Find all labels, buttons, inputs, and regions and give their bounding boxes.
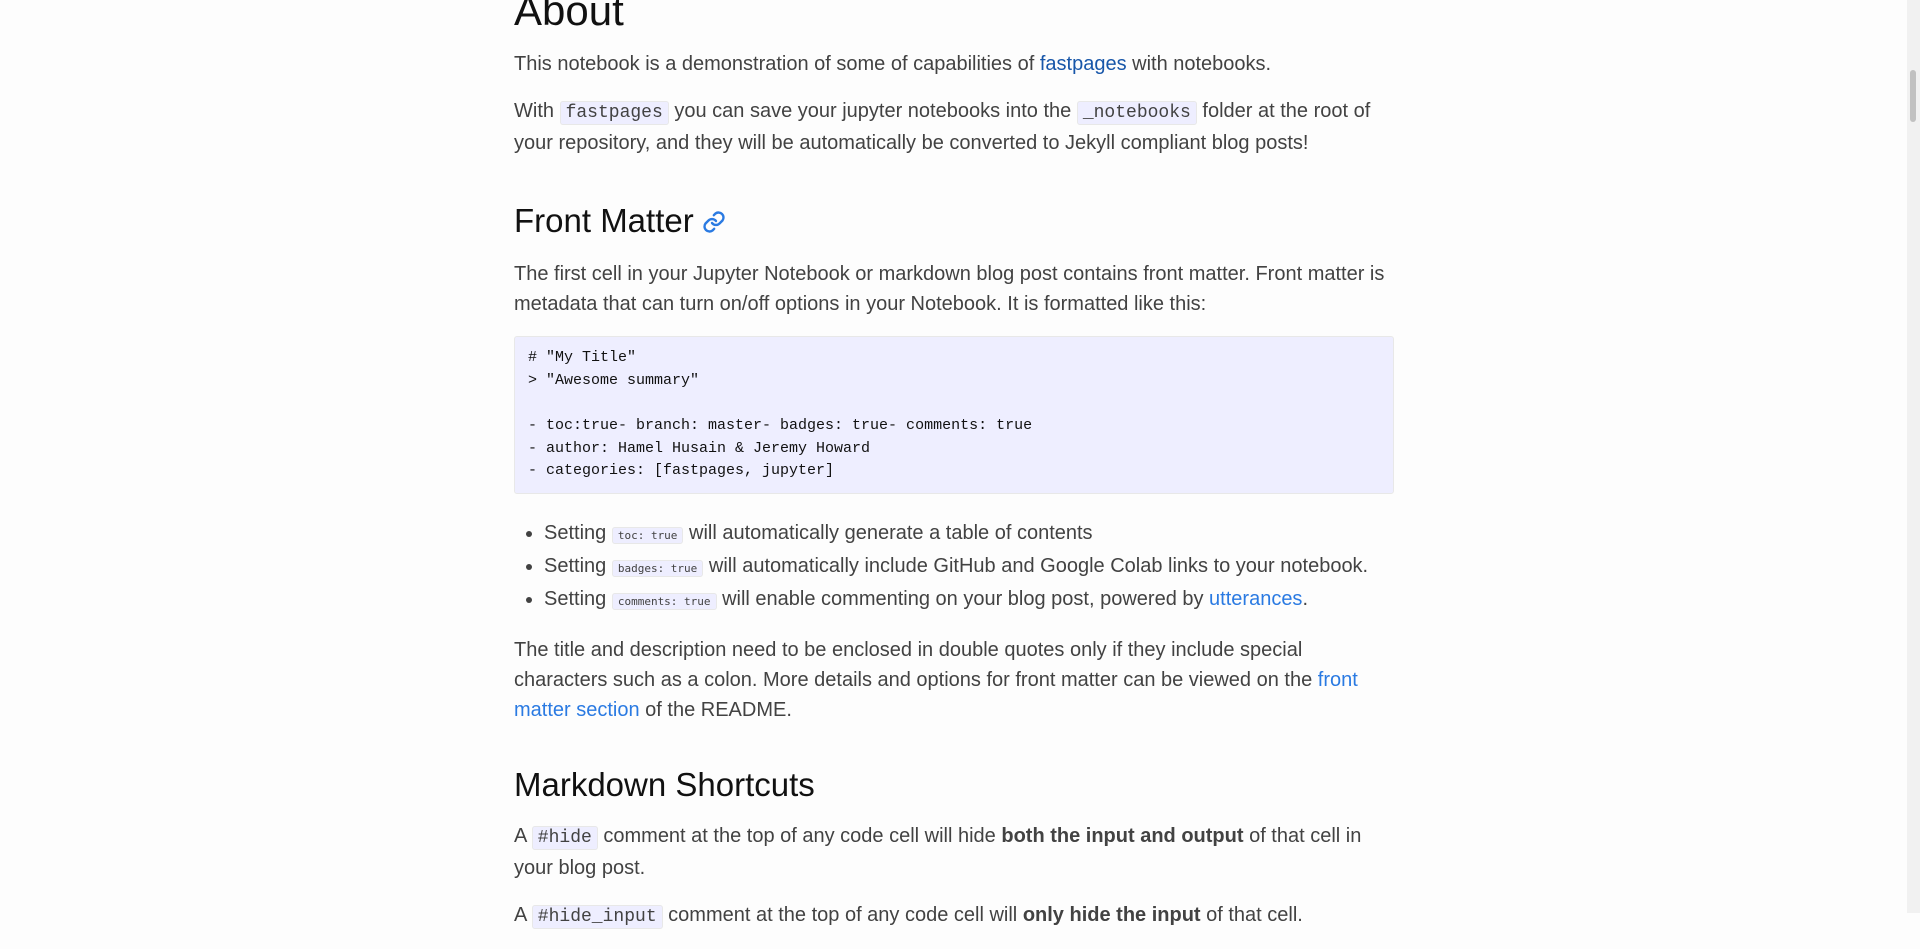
code-line: - categories: [fastpages, jupyter]: [528, 462, 835, 480]
toc-code: toc: true: [611, 526, 684, 544]
about-intro: This notebook is a demonstration of some…: [514, 53, 1272, 75]
utterances-link[interactable]: utterances: [1209, 588, 1302, 610]
list-item: Setting badges: true will automatically …: [544, 551, 1394, 584]
hide-input-code: #hide_input: [531, 904, 663, 929]
badges-code: badges: true: [611, 559, 704, 577]
code-line: > "Awesome summary": [528, 371, 700, 389]
fastpages-link[interactable]: fastpages: [1040, 53, 1127, 75]
about-heading: About: [514, 0, 624, 34]
hide-input-paragraph: A #hide_input comment at the top of any …: [514, 903, 1303, 929]
list-item: Setting comments: true will enable comme…: [544, 584, 1394, 617]
post-content: About This notebook is a demonstration o…: [514, 0, 1394, 949]
comments-code: comments: true: [611, 592, 717, 610]
link-icon[interactable]: [702, 203, 726, 243]
markdown-shortcuts-heading: Markdown Shortcuts: [514, 765, 815, 803]
list-item: Setting toc: true will automatically gen…: [544, 518, 1394, 551]
notebooks-folder-code: _notebooks: [1076, 101, 1197, 125]
hide-code: #hide: [531, 825, 598, 850]
code-line: - toc:true- branch: master- badges: true…: [528, 417, 1033, 435]
front-matter-heading: Front Matter: [514, 201, 1394, 243]
page-scrollbar[interactable]: [1907, 0, 1920, 913]
fastpages-code: fastpages: [559, 101, 669, 125]
scrollbar-thumb[interactable]: [1910, 70, 1916, 122]
front-matter-code-block: # "My Title" > "Awesome summary" - toc:tru…: [514, 336, 1394, 494]
about-with-paragraph: With fastpages you can save your jupyter…: [514, 100, 1371, 154]
code-line: - author: Hamel Husain & Jeremy Howard: [528, 439, 871, 457]
hide-paragraph: A #hide comment at the top of any code c…: [514, 824, 1362, 879]
front-matter-options-list: Setting toc: true will automatically gen…: [514, 518, 1394, 617]
code-line: # "My Title": [528, 349, 637, 367]
front-matter-intro: The first cell in your Jupyter Notebook …: [514, 263, 1385, 316]
quotes-paragraph: The title and description need to be enc…: [514, 638, 1358, 721]
